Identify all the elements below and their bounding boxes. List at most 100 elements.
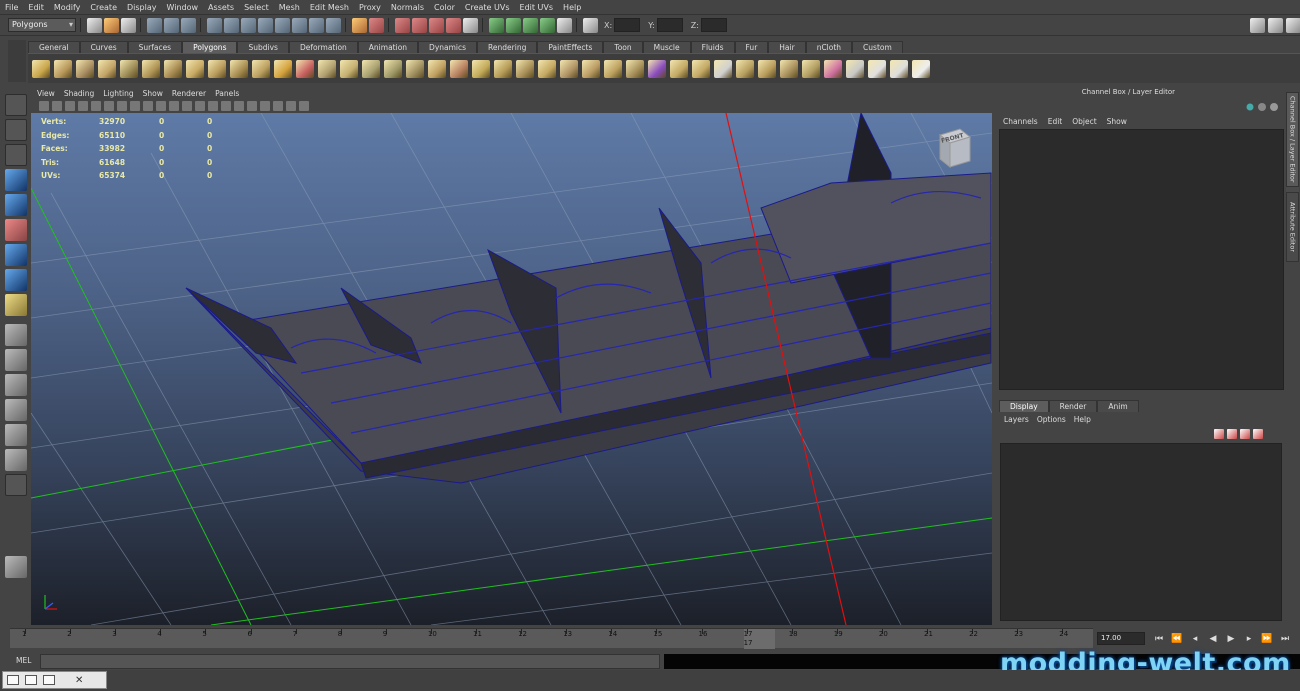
channel-box-panel[interactable]	[999, 129, 1284, 390]
new-layer-icon[interactable]	[1214, 429, 1224, 439]
command-input[interactable]	[40, 654, 660, 669]
tab-attribute-editor[interactable]: Attribute Editor	[1286, 192, 1299, 262]
menu-color[interactable]: Color	[434, 3, 455, 12]
layer-tab-render[interactable]: Render	[1048, 400, 1098, 412]
shelf-append-icon[interactable]	[494, 59, 512, 78]
render-settings-icon[interactable]	[557, 17, 572, 33]
menu-modify[interactable]: Modify	[54, 3, 81, 12]
viewport-menu-lighting[interactable]: Lighting	[103, 89, 133, 98]
shelf-prism-icon[interactable]	[164, 59, 182, 78]
menu-proxy[interactable]: Proxy	[359, 3, 381, 12]
shelf-cylinder-icon[interactable]	[76, 59, 94, 78]
shelf-tab-surfaces[interactable]: Surfaces	[127, 41, 183, 53]
shelf-quad-draw-icon[interactable]	[648, 59, 666, 78]
layer-menu-help[interactable]: Help	[1074, 415, 1091, 424]
step-forward-frame-icon[interactable]: ▸	[1240, 634, 1258, 644]
viewport-xray-icon[interactable]	[273, 101, 283, 111]
go-to-end-icon[interactable]: ⏭	[1276, 634, 1294, 644]
time-slider[interactable]: 17 1 2 3 4 5 6 7 8 9 10 11 12 13 14 15 16 17 18 19 20 21 22 23 2…	[10, 628, 1093, 649]
minimized-window[interactable]: ✕	[2, 671, 107, 689]
play-backward-icon[interactable]: ◀	[1204, 634, 1222, 644]
menu-window[interactable]: Window	[167, 3, 199, 12]
tab-channel-box[interactable]: Channel Box / Layer Editor	[1286, 92, 1299, 187]
lasso-tool-icon[interactable]	[5, 119, 27, 141]
viewport-lights-icon[interactable]	[234, 101, 244, 111]
move-layer-up-icon[interactable]	[1240, 429, 1250, 439]
viewport-safe-title-icon[interactable]	[169, 101, 179, 111]
shelf-fill-hole-icon[interactable]	[428, 59, 446, 78]
pick-mask-icon[interactable]	[292, 17, 307, 33]
highlight-selection-icon[interactable]	[369, 17, 384, 33]
viewport-xray-joints-icon[interactable]	[286, 101, 296, 111]
step-back-key-icon[interactable]: ⏪	[1168, 634, 1186, 644]
restore-icon[interactable]	[7, 675, 19, 685]
snap-curve-icon[interactable]	[412, 17, 427, 33]
single-perspective-layout-icon[interactable]	[5, 324, 27, 346]
toggle-tool-settings-icon[interactable]	[1268, 18, 1283, 33]
viewport-menu-view[interactable]: View	[37, 89, 55, 98]
lock-selection-icon[interactable]	[352, 17, 367, 33]
viewport-safe-action-icon[interactable]	[156, 101, 166, 111]
shelf-tab-fur[interactable]: Fur	[734, 41, 769, 53]
viewport-shadows-icon[interactable]	[247, 101, 257, 111]
viewport-wireframe-on-shaded-icon[interactable]	[208, 101, 218, 111]
shelf-cylindrical-map-icon[interactable]	[868, 59, 886, 78]
channel-box-menu-edit[interactable]: Edit	[1048, 117, 1063, 126]
menu-file[interactable]: File	[5, 3, 18, 12]
viewport-menu-show[interactable]: Show	[143, 89, 163, 98]
shelf-tab-animation[interactable]: Animation	[357, 41, 419, 53]
step-back-frame-icon[interactable]: ◂	[1186, 634, 1204, 644]
menu-help[interactable]: Help	[563, 3, 581, 12]
shelf-spherical-map-icon[interactable]	[890, 59, 908, 78]
step-forward-key-icon[interactable]: ⏩	[1258, 634, 1276, 644]
shelf-tab-ncloth[interactable]: nCloth	[805, 41, 853, 53]
menu-normals[interactable]: Normals	[391, 3, 424, 12]
live-surface-icon[interactable]	[463, 17, 478, 33]
viewport-menu-panels[interactable]: Panels	[215, 89, 239, 98]
pick-mask-icon[interactable]	[258, 17, 273, 33]
shelf-collapse-icon[interactable]	[692, 59, 710, 78]
manipulator-tool-icon[interactable]	[5, 244, 27, 266]
shelf-extract-icon[interactable]	[318, 59, 336, 78]
select-object-icon[interactable]	[164, 17, 179, 33]
shelf-average-vertices-icon[interactable]	[384, 59, 402, 78]
layer-tab-anim[interactable]: Anim	[1097, 400, 1139, 412]
viewport-bookmark-icon[interactable]	[65, 101, 75, 111]
last-used-tool-icon[interactable]	[5, 294, 27, 316]
menu-edit-uvs[interactable]: Edit UVs	[520, 3, 554, 12]
shelf-bridge-icon[interactable]	[604, 59, 622, 78]
shelf-tab-subdivs[interactable]: Subdivs	[237, 41, 289, 53]
viewport-image-plane-icon[interactable]	[78, 101, 88, 111]
snap-grid-icon[interactable]	[395, 17, 410, 33]
shelf-make-hole-icon[interactable]	[450, 59, 468, 78]
shelf-merge-icon[interactable]	[670, 59, 688, 78]
layer-menu-options[interactable]: Options	[1037, 415, 1066, 424]
viewport-film-gate-icon[interactable]	[104, 101, 114, 111]
viewport-field-chart-icon[interactable]	[143, 101, 153, 111]
shelf-options[interactable]	[8, 40, 26, 82]
menu-mesh[interactable]: Mesh	[279, 3, 300, 12]
minimize-icon[interactable]	[43, 675, 55, 685]
shelf-poke-icon[interactable]	[758, 59, 776, 78]
shelf-tab-rendering[interactable]: Rendering	[477, 41, 538, 53]
shelf-booleans-icon[interactable]	[340, 59, 358, 78]
soft-mod-tool-icon[interactable]	[5, 269, 27, 291]
shelf-auto-map-icon[interactable]	[912, 59, 930, 78]
menu-display[interactable]: Display	[127, 3, 157, 12]
menu-set-dropdown[interactable]: Polygons	[8, 18, 76, 32]
current-time-field[interactable]: 17.00	[1097, 632, 1145, 645]
new-scene-icon[interactable]	[87, 17, 102, 33]
shelf-split-icon[interactable]	[516, 59, 534, 78]
shelf-tab-curves[interactable]: Curves	[79, 41, 128, 53]
shelf-tab-deformation[interactable]: Deformation	[288, 41, 358, 53]
shelf-insert-edge-loop-icon[interactable]	[538, 59, 556, 78]
shelf-soccer-ball-icon[interactable]	[230, 59, 248, 78]
layer-list-panel[interactable]	[1000, 443, 1282, 621]
viewport-resolution-gate-icon[interactable]	[117, 101, 127, 111]
quick-layout-icon[interactable]	[5, 556, 27, 578]
shelf-platonic-icon[interactable]	[252, 59, 270, 78]
layer-tab-display[interactable]: Display	[999, 400, 1049, 412]
viewport-isolate-select-icon[interactable]	[260, 101, 270, 111]
shelf-cube-icon[interactable]	[54, 59, 72, 78]
viewport-wireframe-icon[interactable]	[182, 101, 192, 111]
